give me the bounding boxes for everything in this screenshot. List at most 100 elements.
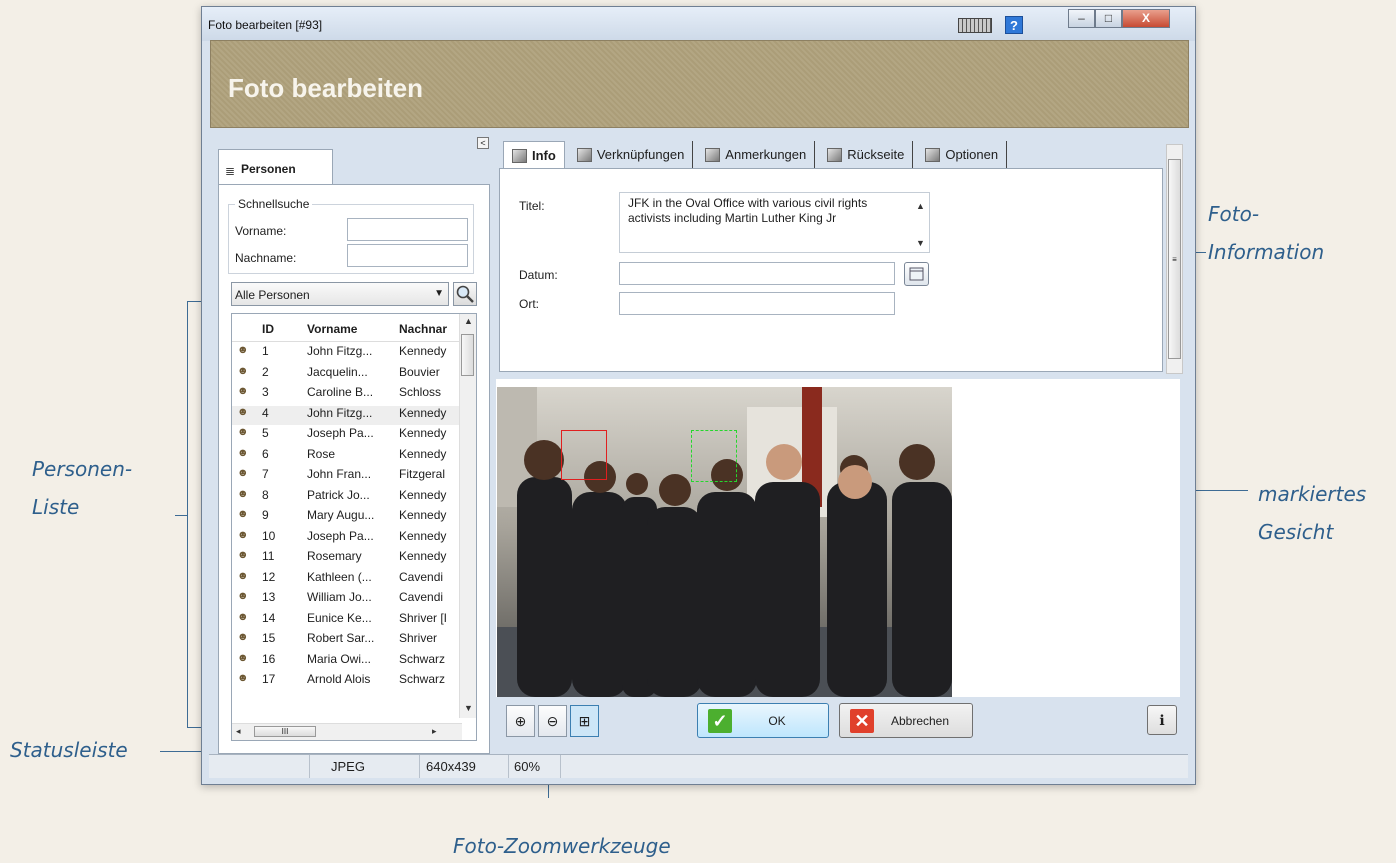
table-row[interactable]: ☻ 15 Robert Sar... Shriver xyxy=(232,631,462,650)
cancel-button[interactable]: ✕ Abbrechen xyxy=(839,703,973,738)
nachname-input[interactable] xyxy=(347,244,468,267)
window-content: < ≣ Personen Schnellsuche Vorname: Nachn… xyxy=(201,6,1196,785)
tab-optionen[interactable]: Optionen xyxy=(917,141,1008,168)
links-tab-icon xyxy=(576,147,592,162)
person-icon: ☻ xyxy=(237,508,249,520)
ort-input[interactable] xyxy=(619,292,895,315)
cell-id: 7 xyxy=(262,467,269,481)
column-vorname[interactable]: Vorname xyxy=(307,314,399,341)
marked-face-selected[interactable] xyxy=(561,430,607,480)
tab-personen[interactable]: ≣ Personen xyxy=(218,149,333,185)
ok-button[interactable]: ✓ OK xyxy=(697,703,829,738)
cell-id: 3 xyxy=(262,385,269,399)
table-row[interactable]: ☻ 4 John Fitzg... Kennedy xyxy=(232,405,462,425)
tab-optionen-label: Optionen xyxy=(945,147,999,162)
table-row[interactable]: ☻ 16 Maria Owi... Schwarz xyxy=(232,652,462,671)
table-row[interactable]: ☻ 12 Kathleen (... Cavendi xyxy=(232,570,462,589)
textarea-scroll-up-icon[interactable]: ▲ xyxy=(916,199,925,214)
cell-vorname: Patrick Jo... xyxy=(307,487,370,502)
annotation-bracket-line xyxy=(187,301,188,728)
scroll-up-icon[interactable]: ▲ xyxy=(464,316,473,326)
calendar-icon xyxy=(909,267,924,281)
ort-label: Ort: xyxy=(519,297,539,311)
cell-nachname: Shriver xyxy=(399,631,438,645)
person-table[interactable]: ID Vorname Nachnar ☻ 1 John Fitzg... Kenned… xyxy=(231,313,477,741)
search-icon xyxy=(456,285,474,303)
person-icon: ☻ xyxy=(237,610,249,623)
cell-vorname: Rosemary xyxy=(307,549,362,563)
cell-vorname: John Fitzg... xyxy=(307,405,373,420)
table-row[interactable]: ☻ 3 Caroline B... Schloss xyxy=(232,385,462,404)
ok-button-label: OK xyxy=(768,714,786,728)
person-icon: ☻ xyxy=(237,487,249,500)
cell-id: 11 xyxy=(262,549,275,563)
table-row[interactable]: ☻ 6 Rose Kennedy xyxy=(232,447,462,466)
zoom-in-button[interactable]: ⊕ xyxy=(506,705,535,737)
titel-textarea[interactable]: JFK in the Oval Office with various civi… xyxy=(619,192,930,253)
cell-nachname: Fitzgeral xyxy=(399,467,446,481)
column-id[interactable]: ID xyxy=(262,314,307,341)
table-row[interactable]: ☻ 17 Arnold Alois Schwarz xyxy=(232,672,462,691)
table-row[interactable]: ☻ 9 Mary Augu... Kennedy xyxy=(232,508,462,527)
horizontal-scroll-thumb[interactable]: III xyxy=(254,726,316,737)
cell-id: 5 xyxy=(262,426,269,440)
table-row[interactable]: ☻ 14 Eunice Ke... Shriver [I xyxy=(232,611,462,630)
annotation-personen-liste-2: Liste xyxy=(32,495,80,519)
table-row[interactable]: ☻ 5 Joseph Pa... Kennedy xyxy=(232,426,462,445)
datum-input[interactable] xyxy=(619,262,895,285)
zoom-out-button[interactable]: ⊖ xyxy=(538,705,567,737)
cell-id: 14 xyxy=(262,610,276,625)
textarea-scroll-down-icon[interactable]: ▼ xyxy=(916,236,925,251)
person-icon: ☻ xyxy=(237,590,249,602)
info-vertical-scrollbar[interactable]: ≡ xyxy=(1166,144,1183,374)
table-row[interactable]: ☻ 7 John Fran... Fitzgeral xyxy=(232,467,462,486)
cell-nachname: Schloss xyxy=(399,385,442,399)
marked-face[interactable] xyxy=(691,430,737,482)
cell-vorname: Mary Augu... xyxy=(307,508,375,522)
person-filter-select[interactable]: Alle Personen ▼ xyxy=(231,282,449,306)
status-dimensions: 640x439 xyxy=(420,755,509,778)
table-row[interactable]: ☻ 2 Jacquelin... Bouvier xyxy=(232,365,462,384)
cell-vorname: Eunice Ke... xyxy=(307,610,372,625)
tab-anmerkungen[interactable]: Anmerkungen xyxy=(697,141,816,168)
table-row[interactable]: ☻ 8 Patrick Jo... Kennedy xyxy=(232,488,462,507)
cell-vorname: Kathleen (... xyxy=(307,569,372,584)
info-scroll-thumb[interactable]: ≡ xyxy=(1168,159,1181,359)
scroll-left-icon[interactable]: ◂ xyxy=(236,726,241,737)
tab-verknuepfungen[interactable]: Verknüpfungen xyxy=(569,141,694,168)
column-nachname[interactable]: Nachnar xyxy=(399,314,459,341)
cell-id: 15 xyxy=(262,631,276,645)
status-empty-cell xyxy=(209,755,310,778)
cell-id: 17 xyxy=(262,672,276,686)
cell-id: 2 xyxy=(262,364,269,379)
vorname-label: Vorname: xyxy=(235,224,287,238)
cell-id: 9 xyxy=(262,508,269,522)
vorname-input[interactable] xyxy=(347,218,468,241)
collapse-panel-button[interactable]: < xyxy=(477,137,489,149)
info-button[interactable]: ℹ xyxy=(1147,705,1177,735)
tab-info-label: Info xyxy=(532,148,556,163)
scroll-down-icon[interactable]: ▼ xyxy=(464,703,473,713)
search-button[interactable] xyxy=(453,282,477,306)
cell-id: 12 xyxy=(262,569,276,584)
table-row[interactable]: ☻ 13 William Jo... Cavendi xyxy=(232,590,462,609)
scroll-right-icon[interactable]: ▸ xyxy=(432,726,437,737)
cell-nachname: Kennedy xyxy=(399,549,447,563)
annotation-markiertes-1: markiertes xyxy=(1258,482,1367,506)
cell-nachname: Kennedy xyxy=(399,487,447,502)
calendar-button[interactable] xyxy=(904,262,929,286)
table-vertical-scrollbar[interactable]: ▲ ▼ xyxy=(459,314,476,718)
table-row[interactable]: ☻ 10 Joseph Pa... Kennedy xyxy=(232,529,462,548)
cell-vorname: John Fran... xyxy=(307,467,372,481)
table-row[interactable]: ☻ 11 Rosemary Kennedy xyxy=(232,549,462,568)
table-row[interactable]: ☻ 1 John Fitzg... Kennedy xyxy=(232,344,462,363)
person-icon: ☻ xyxy=(237,528,249,541)
zoom-fit-button[interactable]: ⊞ xyxy=(570,705,599,737)
scroll-thumb[interactable] xyxy=(461,334,474,376)
table-horizontal-scrollbar[interactable]: ◂ III ▸ xyxy=(232,723,462,740)
cell-nachname: Schwarz xyxy=(399,672,446,686)
tab-rueckseite[interactable]: Rückseite xyxy=(819,141,914,168)
annotation-zoom: Foto-Zoomwerkzeuge xyxy=(453,834,671,858)
column-icon xyxy=(232,314,262,341)
tab-info[interactable]: Info xyxy=(503,141,565,169)
